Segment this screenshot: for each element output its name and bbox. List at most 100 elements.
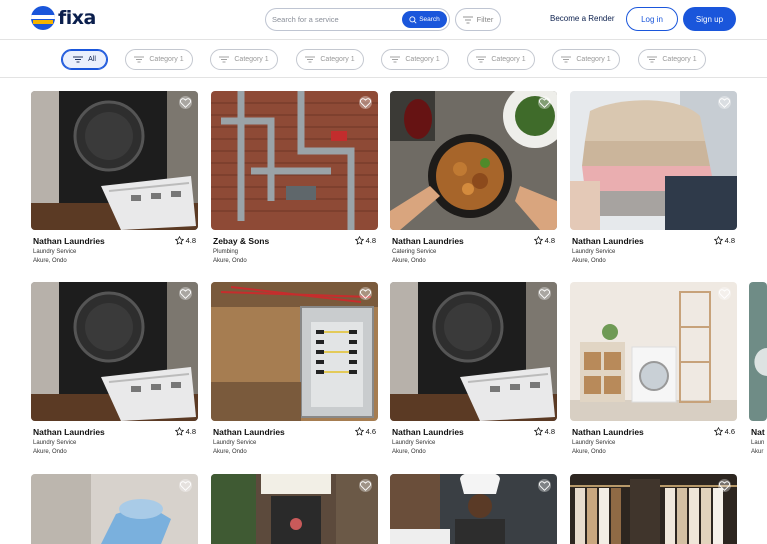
favorite-button[interactable]	[718, 287, 731, 300]
provider-name: Nathan Laundries	[392, 236, 464, 246]
service-card[interactable]: Nathan Laundries 4.8 Catering Service Ak…	[390, 91, 557, 264]
rating-value: 4.8	[544, 236, 555, 245]
service-card[interactable]: Nathan Laundries 4.8 Laundry Service Aku…	[390, 282, 557, 455]
favorite-button[interactable]	[718, 479, 731, 492]
search-input[interactable]	[272, 15, 402, 24]
provider-name: Nat	[751, 427, 765, 437]
category-chip-all[interactable]: All	[61, 49, 108, 70]
rating: 4.8	[175, 236, 196, 245]
washing-machine-image	[31, 91, 198, 230]
provider-name: Nathan Laundries	[392, 427, 464, 437]
rating-value: 4.8	[365, 236, 376, 245]
service-card-partial[interactable]: Nat Laun Akur	[749, 282, 767, 462]
category-chip[interactable]: Category 1	[552, 49, 620, 70]
service-image	[211, 282, 378, 421]
service-image-partial	[749, 282, 767, 421]
service-category: Laundry Service	[572, 249, 616, 255]
category-chip-label: Category 1	[576, 56, 611, 63]
service-location: Akure, Ondo	[213, 449, 247, 455]
service-card[interactable]: Zebay & Sons 4.8 Plumbing Akure, Ondo	[211, 91, 378, 264]
become-provider-link[interactable]: Become a Render	[550, 14, 614, 23]
top-nav: fixa Search Filter Become a Render Log i…	[0, 0, 767, 40]
rating-value: 4.8	[185, 236, 196, 245]
service-card[interactable]	[211, 474, 378, 544]
rating-value: 4.8	[724, 236, 735, 245]
favorite-button[interactable]	[538, 287, 551, 300]
favorite-button[interactable]	[179, 479, 192, 492]
provider-name: Nathan Laundries	[213, 427, 285, 437]
star-icon	[714, 236, 723, 245]
service-card[interactable]: Nathan Laundries 4.8 Laundry Service Aku…	[31, 91, 198, 264]
service-image	[570, 91, 737, 230]
service-card[interactable]	[570, 474, 737, 544]
service-image	[390, 474, 557, 544]
heart-icon	[539, 289, 550, 299]
signup-button[interactable]: Sign up	[683, 7, 736, 31]
logo-mark-icon	[31, 6, 55, 30]
favorite-button[interactable]	[359, 287, 372, 300]
service-card[interactable]: Nathan Laundries 4.8 Laundry Service Aku…	[31, 282, 198, 455]
star-icon	[355, 427, 364, 436]
category-chip-label: Category 1	[405, 56, 440, 63]
category-chip[interactable]: Category 1	[381, 49, 449, 70]
category-chip[interactable]: Category 1	[467, 49, 535, 70]
service-card[interactable]	[390, 474, 557, 544]
category-bar: All Category 1 Category 1 Category 1 Cat…	[0, 41, 767, 78]
login-button[interactable]: Log in	[626, 7, 678, 31]
pipes-image	[211, 91, 378, 230]
service-image	[390, 91, 557, 230]
star-icon	[534, 427, 543, 436]
service-category: Laundry Service	[33, 249, 77, 255]
washing-machine-image	[31, 282, 198, 421]
favorite-button[interactable]	[718, 96, 731, 109]
heart-icon	[360, 98, 371, 108]
heart-icon	[180, 98, 191, 108]
filter-icon	[73, 56, 84, 63]
category-chip[interactable]: Category 1	[296, 49, 364, 70]
service-image	[31, 474, 198, 544]
rating: 4.8	[534, 236, 555, 245]
service-image	[211, 91, 378, 230]
star-icon	[355, 236, 364, 245]
rating: 4.8	[355, 236, 376, 245]
search-icon	[409, 15, 417, 23]
favorite-button[interactable]	[538, 96, 551, 109]
service-card[interactable]: Nathan Laundries 4.6 Laundry Service Aku…	[211, 282, 378, 455]
service-category: Laundry Service	[572, 440, 616, 446]
provider-name: Nathan Laundries	[33, 427, 105, 437]
service-card[interactable]: Nathan Laundries 4.6 Laundry Service Aku…	[570, 282, 737, 455]
heart-icon	[180, 481, 191, 491]
logo[interactable]: fixa	[31, 6, 96, 30]
rating: 4.8	[714, 236, 735, 245]
service-card[interactable]	[31, 474, 198, 544]
category-chip-label: Category 1	[320, 56, 355, 63]
category-chip[interactable]: Category 1	[125, 49, 193, 70]
food-image	[390, 91, 557, 230]
heart-icon	[539, 98, 550, 108]
service-location: Akure, Ondo	[33, 449, 67, 455]
washing-machine-image	[390, 282, 557, 421]
service-category: Laundry Service	[392, 440, 436, 446]
service-image	[570, 474, 737, 544]
rating-value: 4.6	[724, 427, 735, 436]
service-card[interactable]: Nathan Laundries 4.8 Laundry Service Aku…	[570, 91, 737, 264]
filter-icon	[647, 56, 658, 63]
filter-button[interactable]: Filter	[455, 8, 501, 31]
laundry-room-image	[570, 282, 737, 421]
category-chip[interactable]: Category 1	[210, 49, 278, 70]
service-location: Akure, Ondo	[392, 449, 426, 455]
provider-name: Nathan Laundries	[33, 236, 105, 246]
search-button[interactable]: Search	[402, 11, 447, 28]
heart-icon	[719, 289, 730, 299]
category-chip[interactable]: Category 1	[638, 49, 706, 70]
filter-icon	[390, 56, 401, 63]
service-image	[31, 91, 198, 230]
favorite-button[interactable]	[359, 96, 372, 109]
favorite-button[interactable]	[538, 479, 551, 492]
provider-name: Zebay & Sons	[213, 236, 270, 246]
favorite-button[interactable]	[359, 479, 372, 492]
service-image	[749, 282, 767, 421]
rating: 4.6	[355, 427, 376, 436]
favorite-button[interactable]	[179, 287, 192, 300]
favorite-button[interactable]	[179, 96, 192, 109]
